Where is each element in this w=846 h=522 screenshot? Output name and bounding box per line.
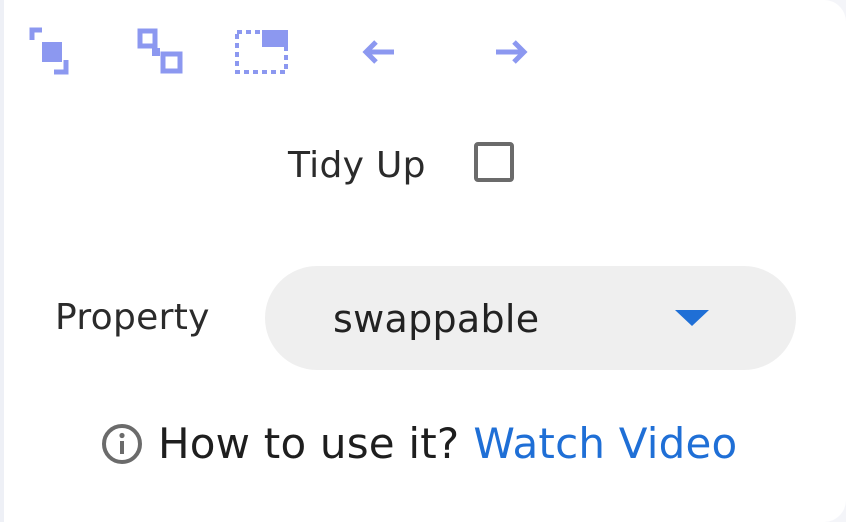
arrow-right-icon xyxy=(488,32,532,72)
watch-video-link[interactable]: Watch Video xyxy=(473,419,737,469)
info-icon xyxy=(100,422,144,466)
tidy-up-label: Tidy Up xyxy=(288,145,426,186)
caret-down-icon xyxy=(675,310,709,326)
tidy-up-row: Tidy Up xyxy=(0,138,846,198)
select-area-button[interactable] xyxy=(232,22,292,82)
select-area-icon xyxy=(232,24,292,80)
properties-panel: Tidy Up Property swappable How to use it… xyxy=(0,0,846,522)
bring-to-front-button[interactable] xyxy=(24,22,84,82)
help-question: How to use it? xyxy=(158,419,460,468)
toolbar xyxy=(0,0,846,100)
send-to-back-button[interactable] xyxy=(128,22,188,82)
arrow-left-icon xyxy=(358,32,402,72)
undo-button[interactable] xyxy=(350,22,410,82)
property-row: Property swappable xyxy=(0,264,846,372)
property-select-value: swappable xyxy=(333,297,540,341)
redo-button[interactable] xyxy=(480,22,540,82)
bring-to-front-icon xyxy=(26,24,82,80)
help-row: How to use it? Watch Video xyxy=(100,414,737,474)
property-label: Property xyxy=(55,297,210,338)
tidy-up-checkbox[interactable] xyxy=(474,142,514,182)
property-select[interactable]: swappable xyxy=(265,266,796,370)
send-to-back-icon xyxy=(130,24,186,80)
